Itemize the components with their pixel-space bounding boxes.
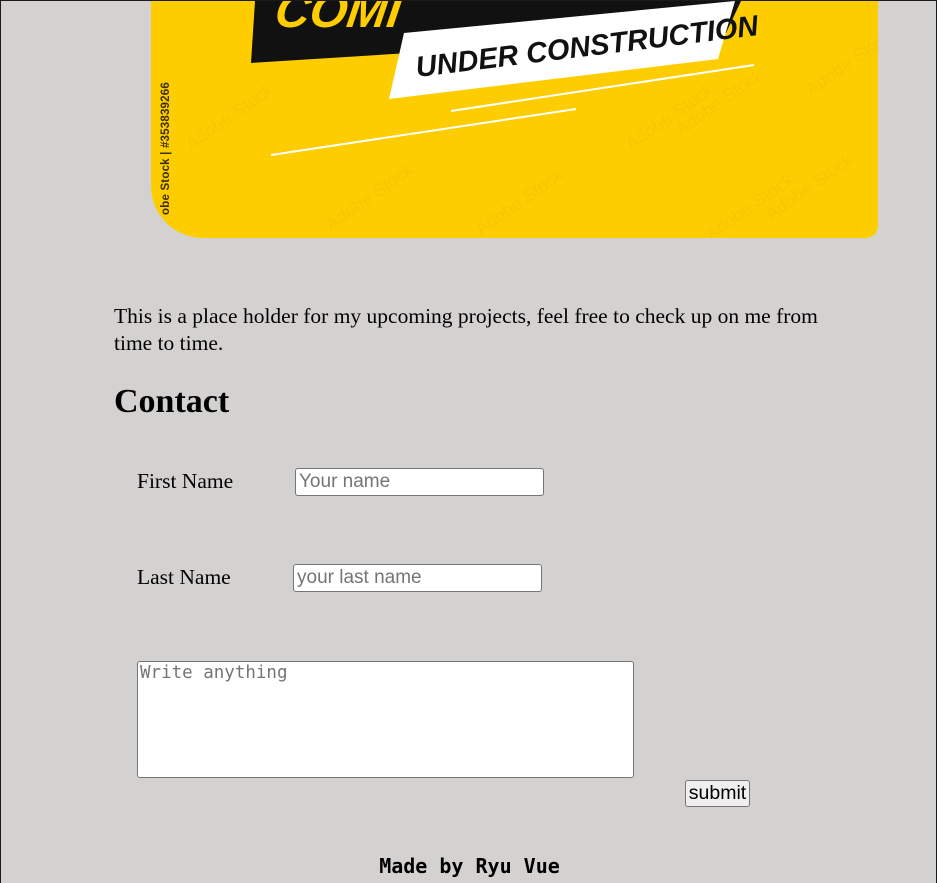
svg-text:Adobe Stock: Adobe Stock xyxy=(802,24,878,100)
first-name-input[interactable] xyxy=(295,468,544,496)
banner-artwork: Adobe Stock Adobe Stock Adobe Stock Adob… xyxy=(182,1,878,238)
footer-credit: Made by Ryu Vue xyxy=(379,854,560,878)
last-name-label: Last Name xyxy=(137,565,231,589)
stock-credit: obe Stock | #353839266 xyxy=(160,82,172,215)
under-construction-banner: Adobe Stock Adobe Stock Adobe Stock Adob… xyxy=(151,1,878,238)
svg-text:Adobe Stock: Adobe Stock xyxy=(182,79,278,155)
svg-text:Adobe Stock: Adobe Stock xyxy=(472,164,568,238)
submit-button[interactable]: submit xyxy=(685,780,750,807)
last-name-input[interactable] xyxy=(293,564,542,592)
svg-text:Adobe Stock: Adobe Stock xyxy=(322,159,418,235)
message-textarea[interactable] xyxy=(137,661,634,778)
contact-heading: Contact xyxy=(114,383,230,420)
headline-fragment: COMI xyxy=(272,1,406,38)
first-name-label: First Name xyxy=(137,469,234,493)
speed-line-2 xyxy=(270,108,577,156)
intro-paragraph: This is a place holder for my upcoming p… xyxy=(114,304,818,355)
